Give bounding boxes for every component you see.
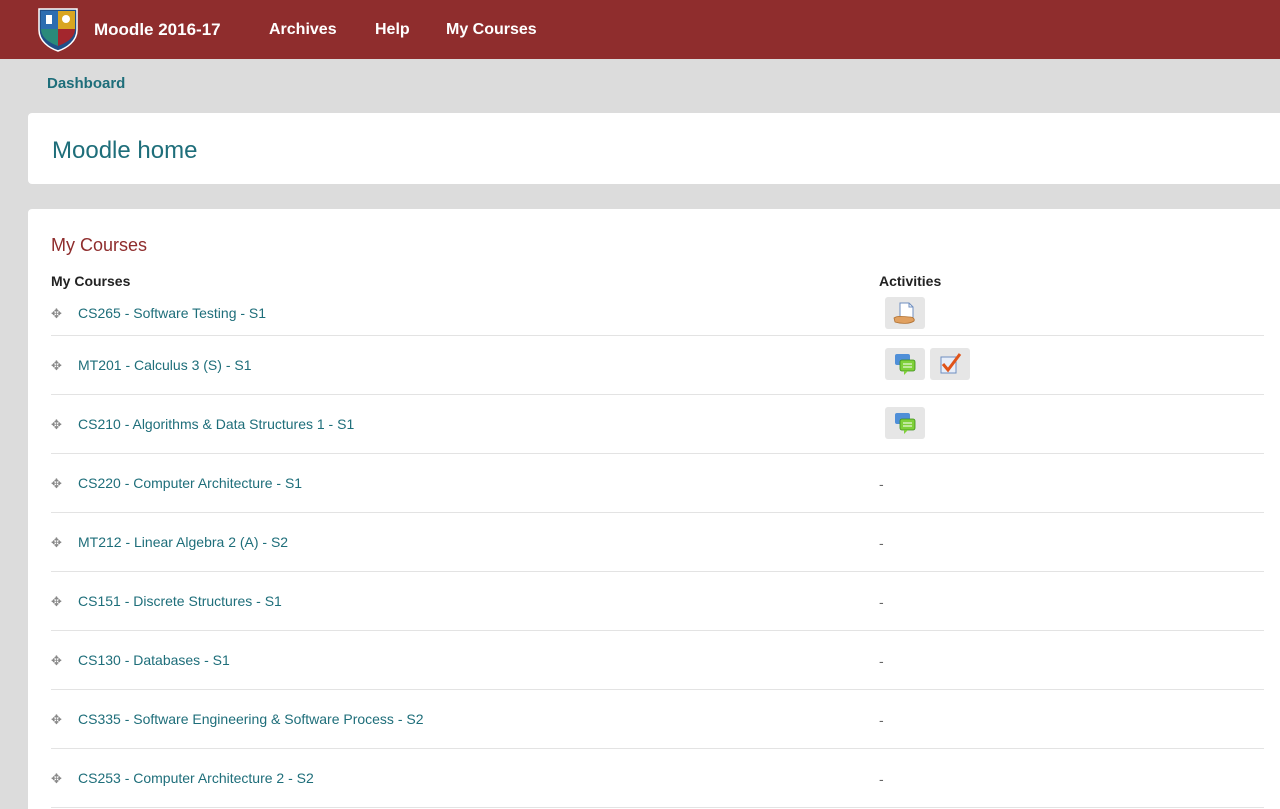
move-icon[interactable]: ✥: [51, 417, 62, 433]
move-icon[interactable]: ✥: [51, 653, 62, 669]
course-link[interactable]: CS335 - Software Engineering & Software …: [78, 711, 424, 727]
block-title: My Courses: [51, 235, 148, 255]
move-icon[interactable]: ✥: [51, 594, 62, 610]
course-row: ✥ CS265 - Software Testing - S1: [51, 289, 1264, 336]
activity-icons: [885, 407, 925, 439]
nav-my-courses[interactable]: My Courses: [446, 21, 537, 39]
course-link[interactable]: MT212 - Linear Algebra 2 (A) - S2: [78, 534, 288, 550]
my-courses-block: My Courses My Courses Activities ✥ CS265…: [28, 209, 1280, 809]
no-activities: -: [879, 594, 884, 610]
course-link[interactable]: CS265 - Software Testing - S1: [78, 305, 266, 321]
course-row: ✥ CS130 - Databases - S1 -: [51, 631, 1264, 690]
assignment-icon[interactable]: [885, 297, 925, 329]
column-header-activities: Activities: [879, 273, 942, 289]
course-row: ✥ CS253 - Computer Architecture 2 - S2 -: [51, 749, 1264, 808]
no-activities: -: [879, 476, 884, 492]
move-icon[interactable]: ✥: [51, 306, 62, 322]
course-row: ✥ CS220 - Computer Architecture - S1 -: [51, 454, 1264, 513]
forum-icon[interactable]: [885, 348, 925, 380]
nav-archives[interactable]: Archives: [269, 21, 337, 39]
activity-icons: [885, 297, 925, 329]
university-crest-logo[interactable]: [35, 6, 81, 52]
course-link[interactable]: MT201 - Calculus 3 (S) - S1: [78, 357, 252, 373]
course-link[interactable]: CS220 - Computer Architecture - S1: [78, 475, 302, 491]
course-link[interactable]: CS151 - Discrete Structures - S1: [78, 593, 282, 609]
forum-icon[interactable]: [885, 407, 925, 439]
activity-icons: [885, 348, 970, 380]
course-link[interactable]: CS210 - Algorithms & Data Structures 1 -…: [78, 416, 354, 432]
no-activities: -: [879, 771, 884, 787]
page-header: Moodle home: [28, 113, 1280, 184]
move-icon[interactable]: ✥: [51, 476, 62, 492]
no-activities: -: [879, 653, 884, 669]
course-row: ✥ MT212 - Linear Algebra 2 (A) - S2 -: [51, 513, 1264, 572]
course-row: ✥ MT201 - Calculus 3 (S) - S1: [51, 336, 1264, 395]
top-navbar: Moodle 2016-17 Archives Help My Courses: [0, 0, 1280, 59]
course-list: ✥ CS265 - Software Testing - S1 ✥ MT201 …: [51, 289, 1264, 808]
move-icon[interactable]: ✥: [51, 535, 62, 551]
nav-help[interactable]: Help: [375, 21, 410, 39]
breadcrumb: Dashboard: [28, 59, 1280, 113]
move-icon[interactable]: ✥: [51, 358, 62, 374]
no-activities: -: [879, 535, 884, 551]
move-icon[interactable]: ✥: [51, 712, 62, 728]
course-row: ✥ CS335 - Software Engineering & Softwar…: [51, 690, 1264, 749]
no-activities: -: [879, 712, 884, 728]
site-brand-link[interactable]: Moodle 2016-17: [94, 20, 221, 40]
course-row: ✥ CS151 - Discrete Structures - S1 -: [51, 572, 1264, 631]
column-header-courses: My Courses: [51, 273, 131, 289]
course-row: ✥ CS210 - Algorithms & Data Structures 1…: [51, 395, 1264, 454]
quiz-icon[interactable]: [930, 348, 970, 380]
page-title: Moodle home: [52, 137, 198, 164]
breadcrumb-dashboard[interactable]: Dashboard: [47, 75, 125, 92]
move-icon[interactable]: ✥: [51, 771, 62, 787]
course-link[interactable]: CS130 - Databases - S1: [78, 652, 230, 668]
course-link[interactable]: CS253 - Computer Architecture 2 - S2: [78, 770, 314, 786]
